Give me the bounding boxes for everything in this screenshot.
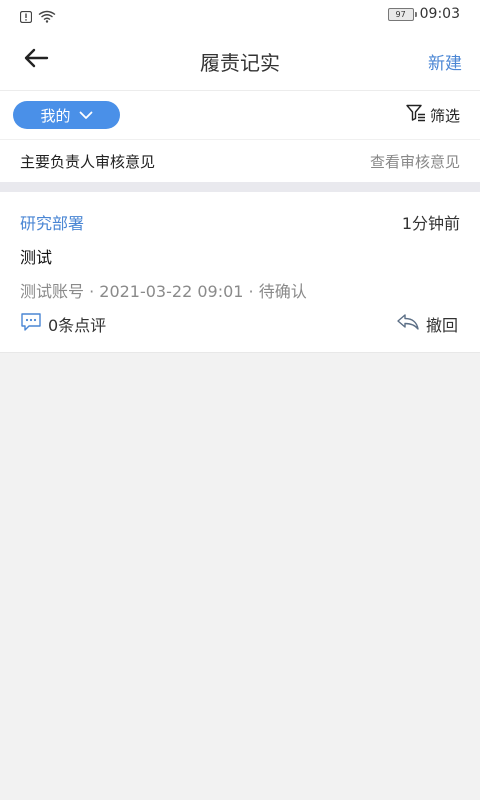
review-title: 主要负责人审核意见 — [20, 153, 156, 171]
record-department: 研究部署 — [20, 214, 85, 233]
mine-label: 我的 — [40, 106, 71, 125]
record-title: 测试 — [20, 248, 53, 267]
page-title: 履责记实 — [200, 51, 280, 75]
wifi-icon — [38, 8, 56, 27]
filter-label: 筛选 — [429, 106, 460, 125]
view-review-link[interactable]: 查看审核意见 — [370, 151, 460, 172]
alert-icon — [19, 8, 33, 27]
record-meta: 测试账号 · 2021-03-22 09:01 · 待确认 — [20, 282, 307, 301]
review-row: 主要负责人审核意见 查看审核意见 — [0, 140, 480, 182]
battery-icon: 97 — [387, 7, 417, 21]
comment-icon — [20, 312, 42, 336]
empty-area — [0, 353, 480, 800]
section-divider — [0, 182, 480, 192]
nav-bar: 履责记实 新建 — [0, 30, 480, 91]
filter-row: 我的 筛选 — [0, 91, 480, 140]
status-time: 09:03 — [419, 6, 460, 22]
reply-icon — [396, 313, 420, 335]
new-button[interactable]: 新建 — [428, 49, 462, 74]
mine-dropdown[interactable]: 我的 — [13, 101, 120, 129]
record-card[interactable]: 研究部署 1分钟前 测试 测试账号 · 2021-03-22 09:01 · 待… — [0, 192, 480, 353]
filter-icon — [406, 104, 426, 126]
status-right: 97 09:03 — [387, 6, 460, 22]
chevron-down-icon — [79, 106, 93, 124]
status-left — [19, 8, 56, 27]
comments-button[interactable]: 0条点评 — [20, 312, 106, 336]
comments-label: 0条点评 — [48, 316, 107, 335]
status-bar: 97 09:03 — [0, 0, 480, 30]
record-time-ago: 1分钟前 — [401, 214, 460, 233]
withdraw-button[interactable]: 撤回 — [396, 312, 458, 336]
filter-button[interactable]: 筛选 — [406, 104, 460, 126]
withdraw-label: 撤回 — [425, 316, 458, 335]
